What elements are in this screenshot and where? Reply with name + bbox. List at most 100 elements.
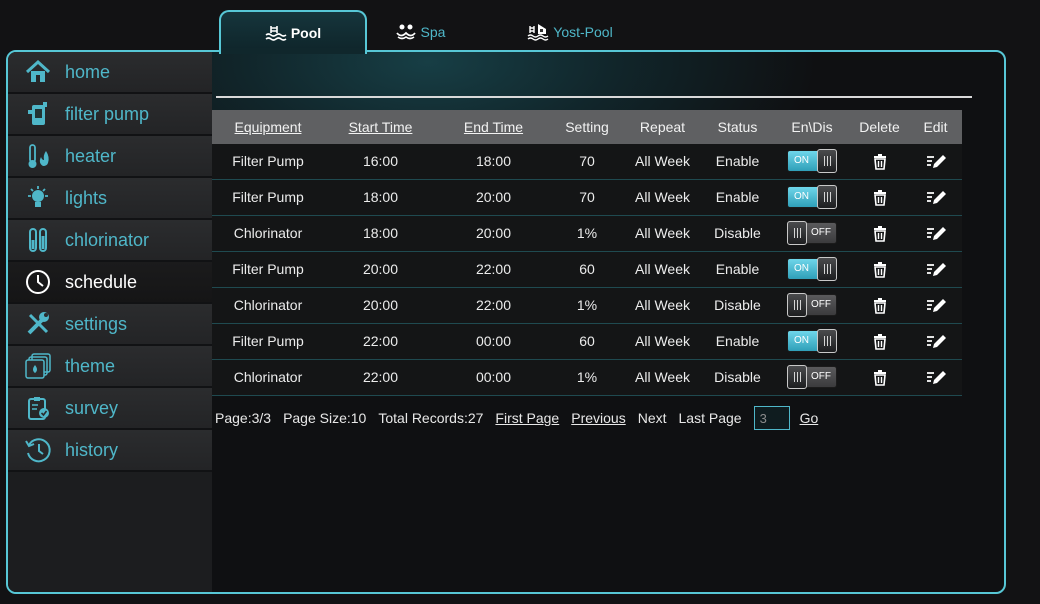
table-row: Filter Pump 20:00 22:00 60 All Week Enable ON	[212, 251, 962, 288]
sidebar-item-chlorinator[interactable]: chlorinator	[8, 220, 212, 262]
light-bulb-icon	[23, 183, 53, 213]
cell-toggle: OFF	[774, 215, 850, 252]
enable-toggle[interactable]: OFF	[787, 293, 837, 317]
cell-edit	[909, 251, 962, 288]
table-row: Chlorinator 20:00 22:00 1% All Week Disable OF…	[212, 287, 962, 324]
pool-waves-icon	[265, 24, 287, 42]
cell-edit	[909, 323, 962, 360]
header-en-dis: En\Dis	[774, 110, 850, 144]
edit-icon[interactable]	[926, 295, 946, 315]
cell-edit	[909, 287, 962, 324]
history-icon	[23, 435, 53, 465]
sidebar-item-survey[interactable]: survey	[8, 388, 212, 430]
sidebar-item-settings[interactable]: settings	[8, 304, 212, 346]
sidebar-item-schedule[interactable]: schedule	[8, 262, 212, 304]
previous-link[interactable]: Previous	[571, 410, 625, 426]
cell-repeat: All Week	[624, 359, 701, 396]
trash-icon[interactable]	[870, 331, 890, 351]
cell-delete	[850, 179, 909, 216]
enable-toggle[interactable]: ON	[787, 257, 837, 281]
last-page-link[interactable]: Last Page	[679, 410, 742, 426]
edit-icon[interactable]	[926, 223, 946, 243]
cell-repeat: All Week	[624, 144, 701, 180]
chlorinator-icon	[23, 225, 53, 255]
trash-icon[interactable]	[870, 187, 890, 207]
toggle-label: ON	[794, 191, 809, 202]
trash-icon[interactable]	[870, 151, 890, 171]
header-delete: Delete	[850, 110, 909, 144]
cell-delete	[850, 287, 909, 324]
sidebar-item-home[interactable]: home	[8, 52, 212, 94]
cell-equipment: Filter Pump	[212, 251, 324, 288]
schedule-table-body: Filter Pump 16:00 18:00 70 All Week Enable ON F…	[212, 144, 962, 396]
tab-spa[interactable]: Spa	[374, 10, 466, 54]
cell-end-time: 00:00	[437, 323, 550, 360]
edit-icon[interactable]	[926, 151, 946, 171]
sidebar-item-heater[interactable]: heater	[8, 136, 212, 178]
header-end-time[interactable]: End Time	[437, 110, 550, 144]
cell-edit	[909, 359, 962, 396]
trash-icon[interactable]	[870, 367, 890, 387]
next-link[interactable]: Next	[638, 410, 667, 426]
pagination: Page:3/3 Page Size:10 Total Records:27 F…	[215, 406, 830, 430]
header-edit: Edit	[909, 110, 962, 144]
toggle-knob	[787, 221, 807, 245]
trash-icon[interactable]	[870, 295, 890, 315]
table-row: Chlorinator 22:00 00:00 1% All Week Disable OF…	[212, 359, 962, 396]
cell-start-time: 20:00	[324, 251, 437, 288]
cell-start-time: 22:00	[324, 359, 437, 396]
table-row: Filter Pump 18:00 20:00 70 All Week Enable ON	[212, 179, 962, 216]
cell-status: Enable	[701, 323, 774, 360]
sidebar-item-filter-pump[interactable]: filter pump	[8, 94, 212, 136]
sidebar-item-label: schedule	[65, 271, 138, 292]
cell-equipment: Chlorinator	[212, 215, 324, 252]
edit-icon[interactable]	[926, 331, 946, 351]
first-page-link[interactable]: First Page	[495, 410, 559, 426]
cell-edit	[909, 144, 962, 180]
main-panel: home filter pump heater lights chlorinat…	[6, 50, 1006, 594]
enable-toggle[interactable]: ON	[787, 185, 837, 209]
cell-end-time: 20:00	[437, 179, 550, 216]
tab-yost-pool-label: Yost-Pool	[553, 24, 613, 40]
cell-repeat: All Week	[624, 251, 701, 288]
sidebar-item-theme[interactable]: theme	[8, 346, 212, 388]
toggle-label: OFF	[811, 299, 831, 310]
header-equipment[interactable]: Equipment	[212, 110, 324, 144]
sidebar-item-lights[interactable]: lights	[8, 178, 212, 220]
enable-toggle[interactable]: ON	[787, 149, 837, 174]
page-number-input[interactable]	[753, 406, 790, 430]
tab-yost-pool[interactable]: Yost-Pool	[520, 10, 620, 54]
cell-end-time: 18:00	[437, 144, 550, 180]
toggle-knob	[817, 149, 837, 174]
edit-icon[interactable]	[926, 259, 946, 279]
filter-pump-icon	[23, 99, 53, 129]
sidebar-item-label: filter pump	[65, 103, 150, 124]
sidebar-item-label: settings	[65, 313, 128, 334]
edit-icon[interactable]	[926, 187, 946, 207]
enable-toggle[interactable]: OFF	[787, 365, 837, 389]
sidebar: home filter pump heater lights chlorinat…	[8, 52, 212, 592]
toggle-knob	[817, 185, 837, 209]
header-start-time[interactable]: Start Time	[324, 110, 437, 144]
trash-icon[interactable]	[870, 223, 890, 243]
header-setting: Setting	[550, 110, 624, 144]
trash-icon[interactable]	[870, 259, 890, 279]
sidebar-item-label: heater	[65, 145, 117, 166]
go-button[interactable]: Go	[800, 410, 819, 426]
toggle-label: ON	[794, 155, 809, 167]
cell-repeat: All Week	[624, 179, 701, 216]
theme-icon	[23, 351, 53, 381]
page-size: Page Size:10	[283, 410, 367, 426]
home-icon	[23, 57, 53, 87]
tab-spa-label: Spa	[420, 24, 446, 40]
cell-setting: 1%	[550, 359, 624, 396]
table-header-row: Equipment Start Time End Time Setting Re…	[212, 110, 962, 144]
edit-icon[interactable]	[926, 367, 946, 387]
enable-toggle[interactable]: OFF	[787, 221, 837, 245]
cell-setting: 60	[550, 251, 624, 288]
sidebar-item-history[interactable]: history	[8, 430, 212, 472]
cell-delete	[850, 251, 909, 288]
cell-status: Enable	[701, 251, 774, 288]
enable-toggle[interactable]: ON	[787, 329, 837, 353]
table-row: Chlorinator 18:00 20:00 1% All Week Disable OF…	[212, 215, 962, 252]
